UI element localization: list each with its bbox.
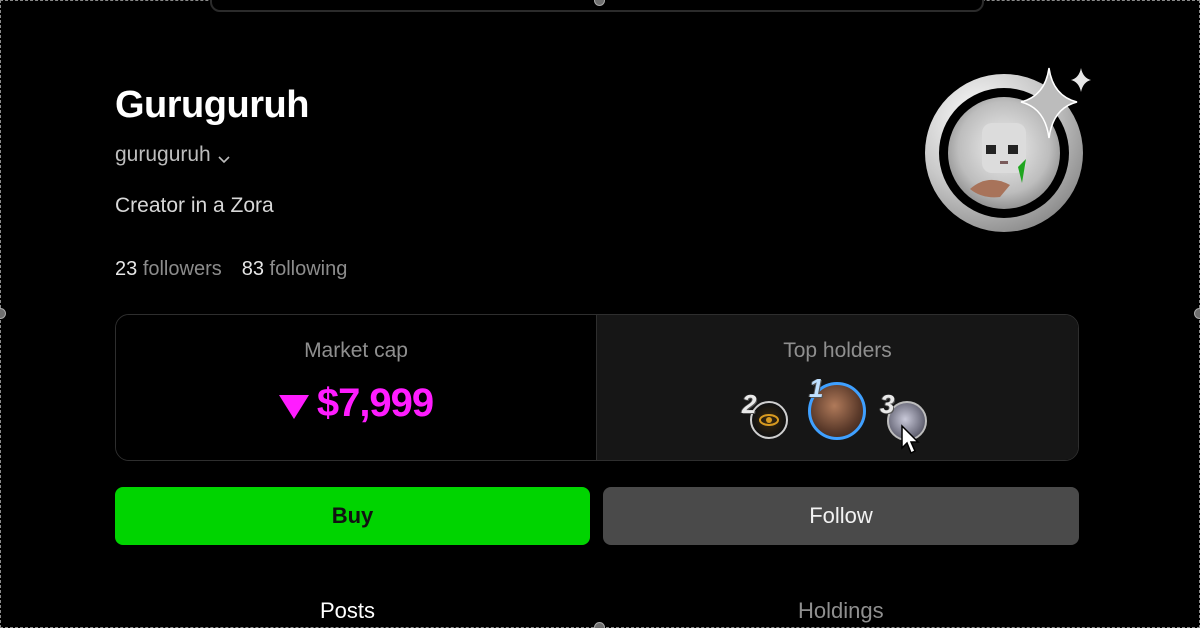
market-cap-value-row: $7,999 (116, 381, 596, 426)
top-holders-label: Top holders (783, 339, 892, 362)
tab-holdings[interactable]: Holdings (798, 598, 884, 624)
buy-button[interactable]: Buy (115, 487, 590, 545)
tab-posts[interactable]: Posts (320, 598, 375, 624)
top-holders-panel: Top holders 2 1 3 (597, 315, 1078, 460)
follow-stats: 23 followers 83 following (115, 258, 347, 281)
profile-display-name: Guruguruh (115, 84, 309, 126)
cursor-pointer-icon (901, 424, 920, 455)
username-dropdown[interactable]: guruguruh (115, 143, 231, 167)
resize-handle-bottom[interactable] (594, 622, 605, 628)
sparkle-icon (1020, 67, 1091, 139)
triangle-down-icon (278, 394, 309, 419)
holder-rank-2: 2 (742, 389, 757, 419)
username-label: guruguruh (115, 143, 211, 166)
following-count: 83 (241, 258, 264, 280)
holder-rank-3: 3 (880, 389, 895, 419)
following-link[interactable]: 83 following (242, 258, 348, 281)
market-stats-card: Market cap $7,999 Top holders 2 1 3 (115, 314, 1079, 461)
following-label: following (269, 258, 348, 280)
followers-label: followers (142, 258, 222, 280)
follow-button[interactable]: Follow (603, 487, 1079, 545)
market-cap-label: Market cap (304, 339, 408, 362)
profile-bio: Creator in a Zora (115, 194, 274, 217)
holder-rank-1: 1 (809, 373, 824, 403)
followers-link[interactable]: 23 followers (115, 258, 222, 281)
market-cap-value: $7,999 (316, 381, 434, 425)
followers-count: 23 (115, 258, 138, 280)
resize-handle-left[interactable] (0, 308, 6, 319)
chevron-down-icon (217, 148, 231, 164)
resize-handle-right[interactable] (1194, 308, 1200, 319)
market-cap-panel: Market cap $7,999 (116, 315, 597, 460)
